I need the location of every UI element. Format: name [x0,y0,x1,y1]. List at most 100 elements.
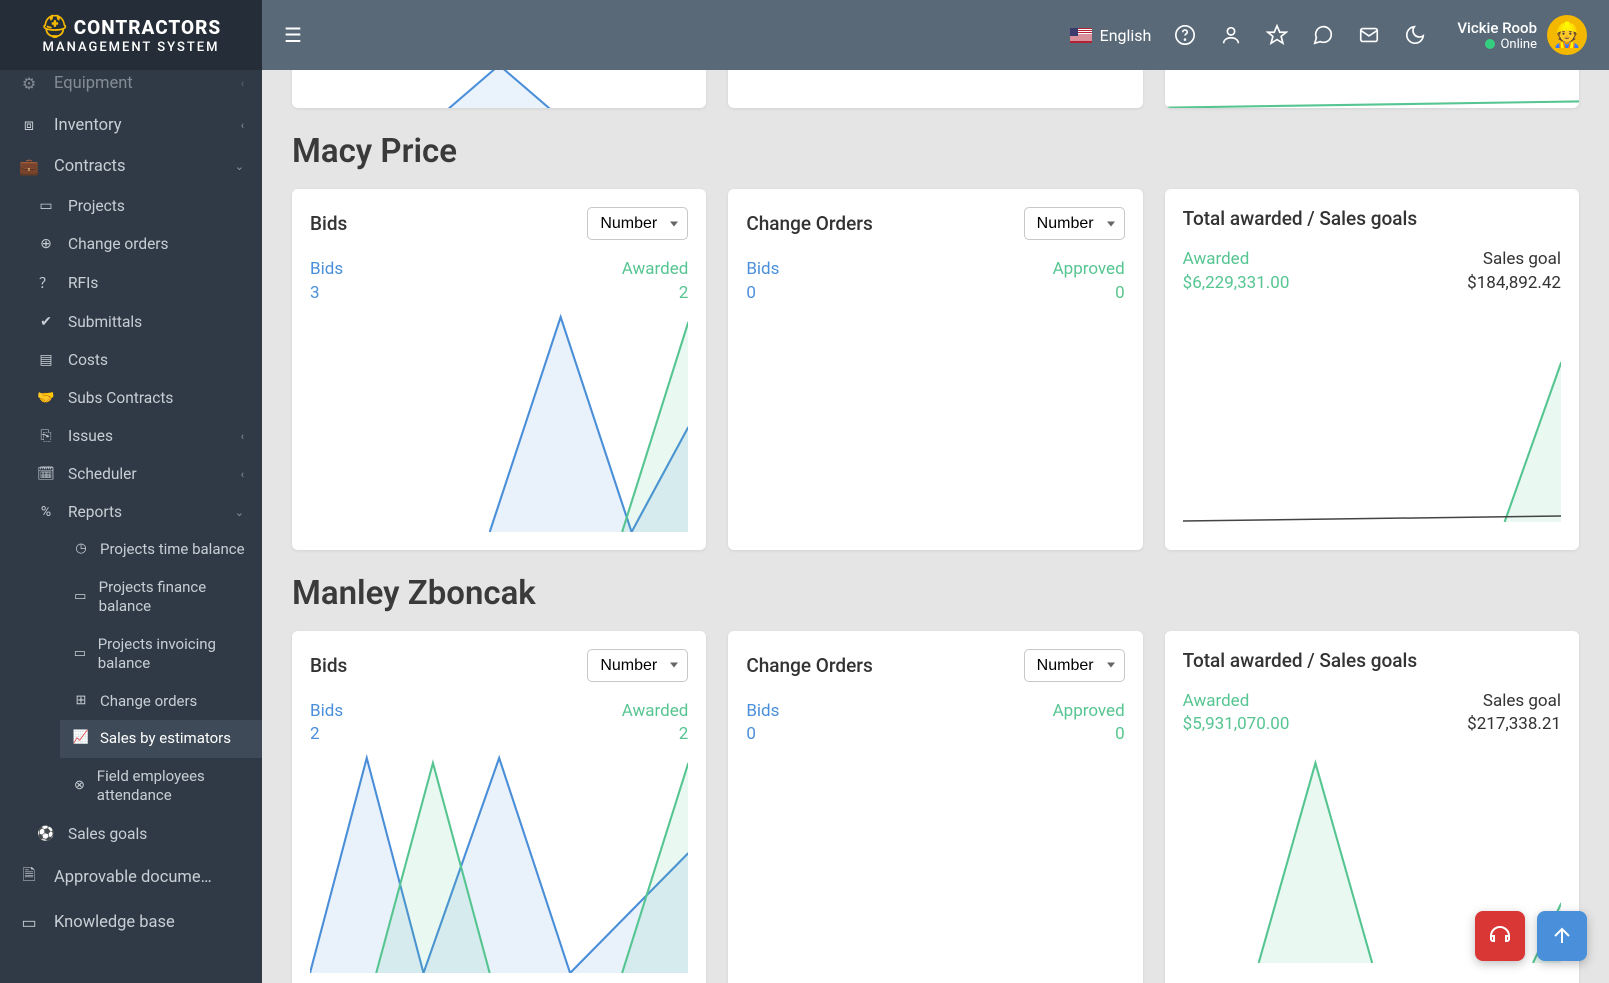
sidebar: ⛑CONTRACTORS MANAGEMENT SYSTEM ⚙ Equipme… [0,0,262,983]
card-title: Bids [310,654,347,677]
card-title: Total awarded / Sales goals [1183,649,1417,672]
sidebar-item-knowledge-base[interactable]: ▭Knowledge base [0,902,262,936]
percent-icon: % [36,504,56,520]
sidebar-item-reports[interactable]: %Reports⌄ [36,493,262,531]
sidebar-item-approvable-documents[interactable]: 🗎Approvable docume… [0,853,262,902]
chat-icon[interactable] [1311,23,1335,47]
stat-value: 0 [1053,723,1125,747]
sidebar-item-sales-goals[interactable]: ⚽Sales goals [36,815,262,853]
stat-label: Bids [746,258,779,282]
co-select[interactable]: Number [1024,649,1125,682]
stat-value: $184,892.42 [1467,272,1561,296]
sidebar-item-field-employees-attendance[interactable]: ⊗Field employees attendance [60,758,262,815]
chart-icon: 📈 [72,730,90,747]
stat-label: Bids [310,258,343,282]
sidebar-item-projects-invoicing-balance[interactable]: ▭Projects invoicing balance [60,626,262,683]
stat-label: Awarded [1183,690,1290,714]
bids-select[interactable]: Number [587,207,688,240]
flag-icon [1070,28,1092,43]
stat-label: Approved [1053,700,1125,724]
window-icon: ▭ [36,198,56,214]
check-icon: ✔ [36,314,56,330]
handshake-icon: 🤝 [36,390,56,406]
stat-value: 0 [1053,282,1125,306]
theme-toggle-icon[interactable] [1403,23,1427,47]
user-status-label: Online [1500,37,1537,52]
co-select[interactable]: Number [1024,207,1125,240]
user-icon[interactable] [1219,23,1243,47]
language-selector[interactable]: English [1070,26,1152,45]
stat-value: 2 [622,723,689,747]
logo-subtitle: MANAGEMENT SYSTEM [43,40,220,55]
star-icon[interactable] [1265,23,1289,47]
sidebar-item-rfis[interactable]: ？RFIs [36,263,262,303]
stat-value: 0 [746,723,779,747]
avatar: 👷 [1547,15,1587,55]
support-button[interactable] [1475,911,1525,961]
stat-label: Bids [746,700,779,724]
plus-circle-icon: ⊕ [36,236,56,252]
total-chart [1183,302,1561,522]
prev-section-cards [292,70,1579,108]
question-circle-icon: ？ [36,273,56,293]
help-icon[interactable] [1173,23,1197,47]
nav: ⚙ Equipment ‹ ⧈ Inventory ‹ 💼 Contracts … [0,70,262,983]
sidebar-item-inventory[interactable]: ⧈ Inventory ‹ [0,104,262,146]
sidebar-item-subs-contracts[interactable]: 🤝Subs Contracts [36,379,262,417]
chevron-down-icon: ⌄ [235,160,244,173]
sidebar-item-issues[interactable]: ⎘Issues‹ [36,417,262,455]
stat-label: Sales goal [1467,248,1561,272]
sidebar-item-sales-by-estimators[interactable]: 📈Sales by estimators [60,720,262,758]
stat-label: Awarded [1183,248,1290,272]
user-name: Vickie Roob [1457,19,1537,37]
chevron-down-icon: ⌄ [235,506,244,519]
stat-value: 0 [746,282,779,306]
bids-select[interactable]: Number [587,649,688,682]
card-total-awarded: Total awarded / Sales goals Awarded$6,22… [1165,189,1579,550]
sidebar-item-change-orders[interactable]: ⊕Change orders [36,225,262,263]
chevron-left-icon: ‹ [241,430,244,443]
user-menu[interactable]: Vickie Roob Online 👷 [1457,15,1587,55]
boxes-icon: ⧈ [18,115,40,135]
sidebar-item-report-change-orders[interactable]: ⊞Change orders [60,683,262,721]
stat-label: Awarded [622,258,689,282]
money-icon: ▭ [72,589,89,606]
clock-icon: ◷ [72,541,90,558]
stat-label: Approved [1053,258,1125,282]
plus-square-icon: ⊞ [72,693,90,710]
sidebar-item-costs[interactable]: ▤Costs [36,341,262,379]
fab-group [1475,911,1587,961]
sidebar-item-projects-time-balance[interactable]: ◷Projects time balance [60,531,262,569]
mail-icon[interactable] [1357,23,1381,47]
card-title: Total awarded / Sales goals [1183,207,1417,230]
sidebar-item-submittals[interactable]: ✔Submittals [36,303,262,341]
stat-value: 2 [310,723,343,747]
sidebar-item-equipment[interactable]: ⚙ Equipment ‹ [0,70,262,104]
stat-value: 3 [310,282,343,306]
sidebar-item-projects[interactable]: ▭Projects [36,187,262,225]
sidebar-item-projects-finance-balance[interactable]: ▭Projects finance balance [60,569,262,626]
x-circle-icon: ⊗ [72,778,87,795]
header: ☰ English Vickie Roob Online 👷 [262,0,1609,70]
section-title-macy: Macy Price [292,132,1579,171]
stat-value: $5,931,070.00 [1183,713,1290,737]
stat-value: 2 [622,282,689,306]
stat-value: $6,229,331.00 [1183,272,1290,296]
scroll-top-button[interactable] [1537,911,1587,961]
card-change-orders: Change Orders Number Bids0 Approved0 [728,631,1142,983]
hardhat-icon: ⛑ [41,15,70,40]
report-icon: ⎘ [36,428,56,444]
stat-label: Awarded [622,700,689,724]
card-title: Bids [310,212,347,235]
chevron-left-icon: ‹ [241,119,244,132]
menu-toggle[interactable]: ☰ [284,23,302,47]
document-icon: 🗎 [18,864,40,891]
bids-chart [310,312,688,532]
logo-title: CONTRACTORS [74,16,222,39]
calculator-icon: ▤ [36,352,56,368]
sidebar-item-scheduler[interactable]: 🗓Scheduler‹ [36,455,262,493]
sidebar-item-contracts[interactable]: 💼 Contracts ⌄ [0,146,262,187]
logo[interactable]: ⛑CONTRACTORS MANAGEMENT SYSTEM [0,0,262,70]
gear-icon: ⚙ [18,74,40,93]
content: Macy Price Bids Number Bids3 Awarded2 [262,70,1609,983]
